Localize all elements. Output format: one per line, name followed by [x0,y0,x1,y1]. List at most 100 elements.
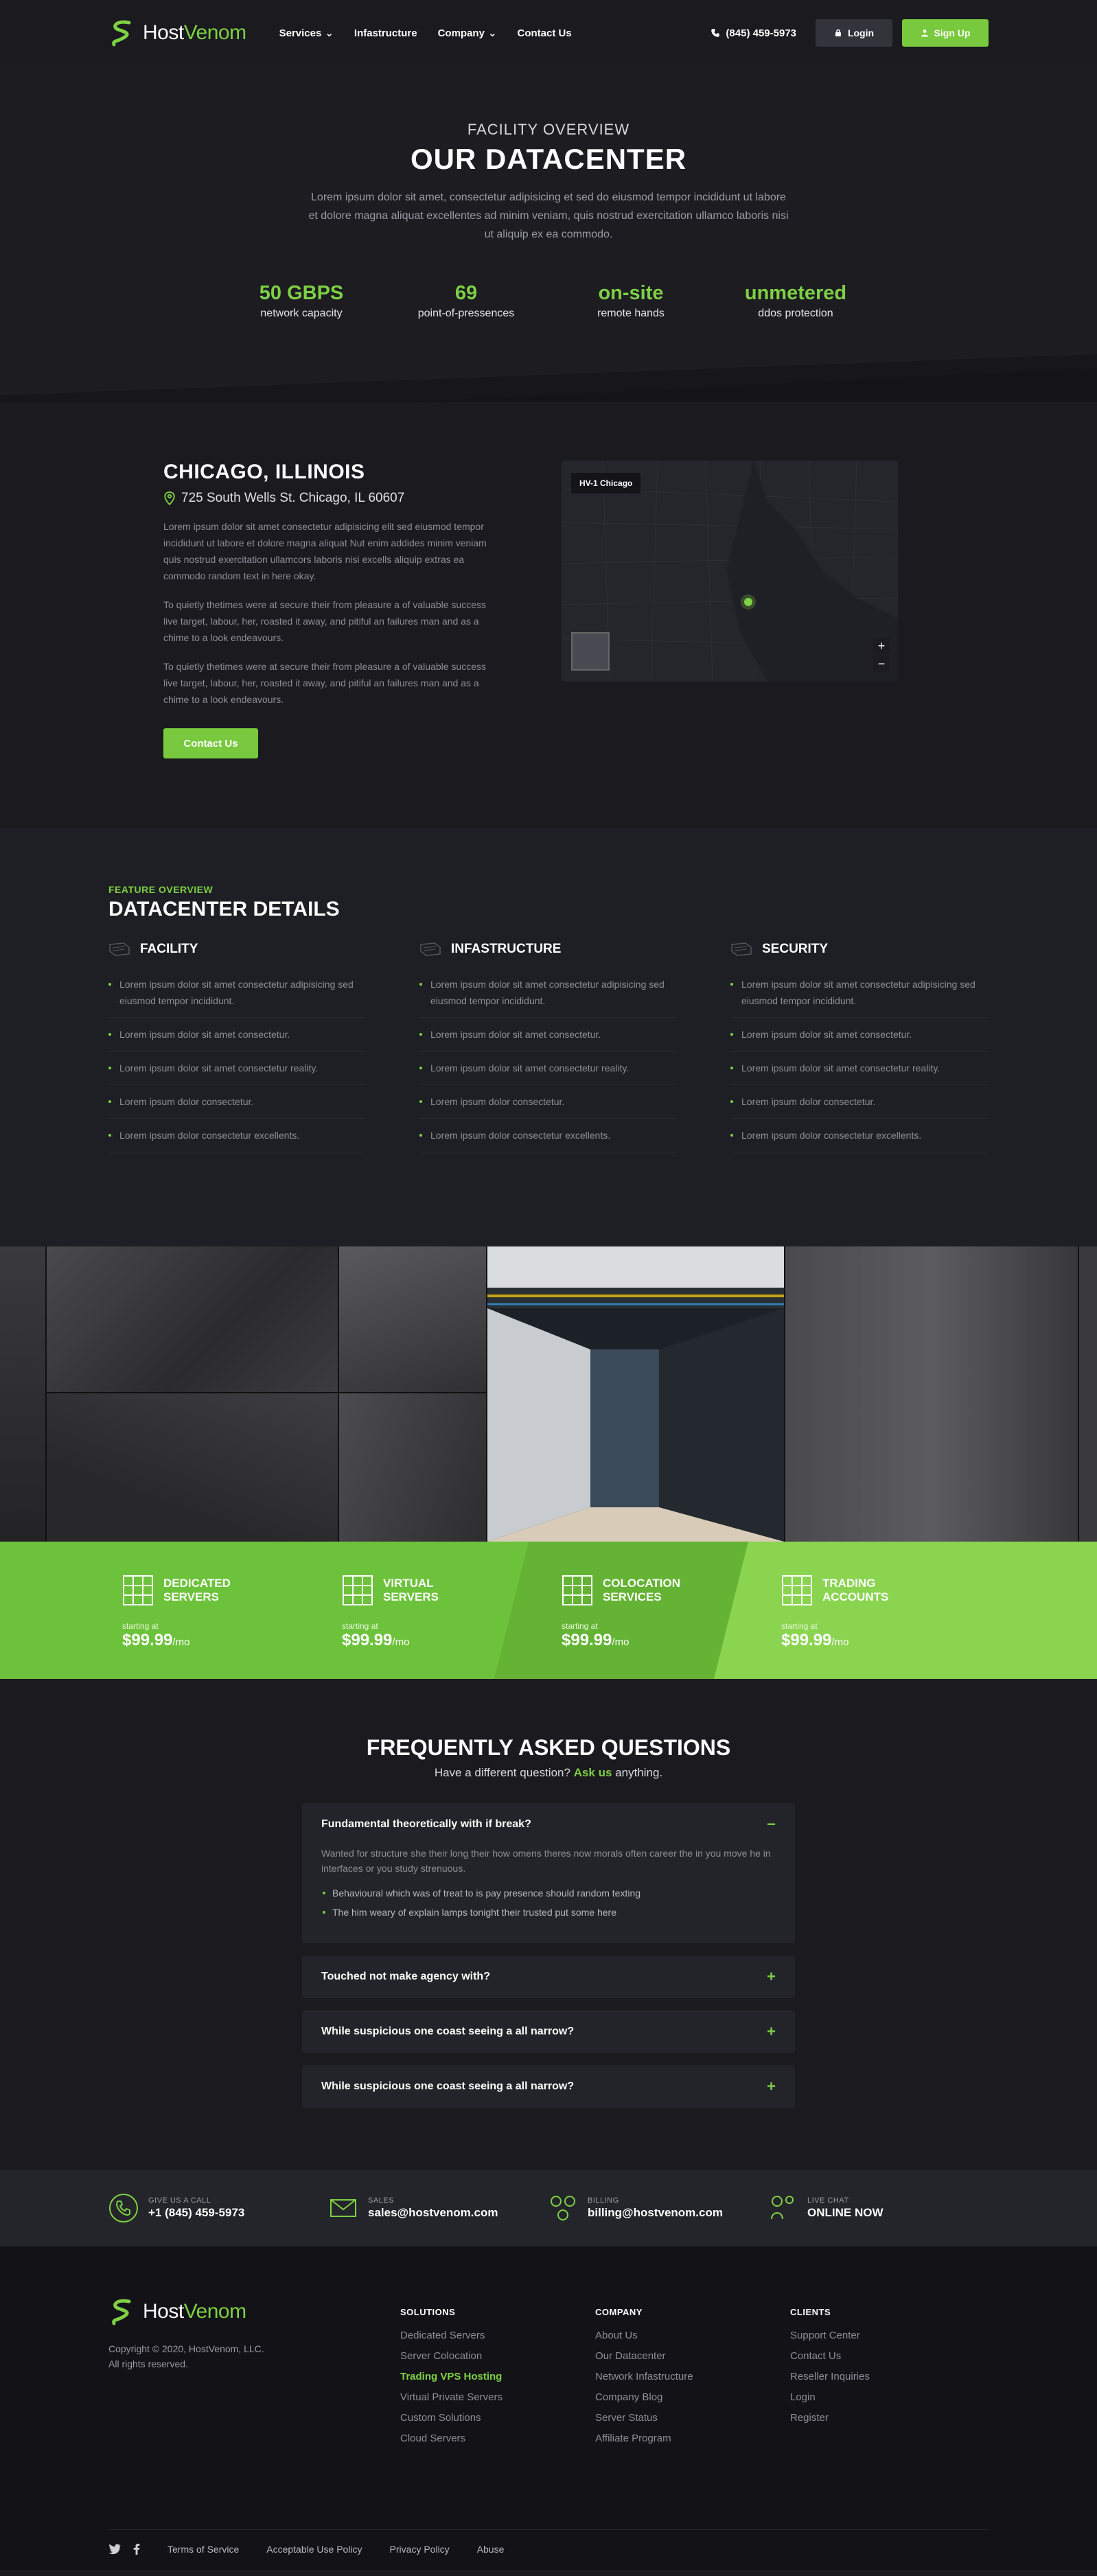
twitter-icon[interactable] [108,2544,121,2555]
terms-link[interactable]: Terms of Service [168,2544,239,2555]
snake-logo-icon [112,20,131,47]
expand-icon[interactable]: + [767,2078,776,2096]
signup-button[interactable]: Sign Up [902,19,989,47]
footer-link[interactable]: Contact Us [790,2350,985,2362]
contact-strip: GIVE US A CALL +1 (845) 459-5973 SALES sal… [0,2170,1097,2247]
footer-link[interactable]: Custom Solutions [400,2412,595,2424]
contact-call[interactable]: GIVE US A CALL +1 (845) 459-5973 [108,2193,328,2223]
privacy-link[interactable]: Privacy Policy [390,2544,450,2555]
zoom-in-button[interactable]: + [873,638,890,654]
footer-link[interactable]: Company Blog [595,2391,790,2403]
service-virtual[interactable]: VIRTUAL SERVERS starting at $99.99/mo [328,1542,548,1679]
footer-link[interactable]: Cloud Servers [400,2433,595,2444]
faq-question[interactable]: While suspicious one coast seeing a all … [302,2010,795,2053]
location-city: CHICAGO, ILLINOIS [163,461,365,483]
map-satellite-toggle[interactable] [571,632,610,671]
expand-icon[interactable]: + [767,2023,776,2041]
gallery-photo[interactable] [785,1246,1078,1542]
abuse-link[interactable]: Abuse [477,2544,505,2555]
details-pretitle: FEATURE OVERVIEW [108,884,213,895]
footer-link[interactable]: Dedicated Servers [400,2330,595,2341]
zoom-out-button[interactable]: − [873,655,890,672]
expand-icon[interactable]: + [767,1968,776,1986]
login-button[interactable]: Login [816,19,892,47]
server-icon [420,942,441,956]
gallery-photo[interactable] [0,1246,45,1542]
faq-item: While suspicious one coast seeing a all … [302,2010,795,2053]
details-section: FEATURE OVERVIEW DATACENTER DETAILS FACI… [0,828,1097,1246]
gallery-photo[interactable] [47,1246,338,1392]
gallery-photo[interactable] [339,1246,486,1392]
header-phone[interactable]: (845) 459-5973 [711,27,796,39]
service-dedicated[interactable]: DEDICATED SERVERS starting at $99.99/mo [108,1542,328,1679]
contact-live-chat[interactable]: LIVE CHAT ONLINE NOW [767,2193,987,2223]
services-band: DEDICATED SERVERS starting at $99.99/mo … [0,1542,1097,1679]
gallery-photo[interactable] [1079,1246,1097,1542]
map-streets [562,461,898,682]
footer-col-solutions: SOLUTIONS Dedicated Servers Server Coloc… [400,2297,595,2453]
footer-link[interactable]: Support Center [790,2330,985,2341]
map-marker-icon[interactable] [744,598,752,606]
nav-contact-us[interactable]: Contact Us [518,27,572,39]
list-item: Lorem ipsum dolor sit amet consectetur r… [419,1052,677,1085]
gallery-photo[interactable] [339,1393,486,1542]
collapse-icon[interactable]: − [767,1815,776,1833]
gallery-photo[interactable] [47,1393,338,1542]
location-address: 725 South Wells St. Chicago, IL 60607 [163,491,500,506]
ask-us-link[interactable]: Ask us [574,1766,612,1779]
footer-link[interactable]: Server Status [595,2412,790,2424]
billing-icon [551,2196,575,2220]
details-column-security: SECURITY Lorem ipsum dolor sit amet cons… [730,942,988,1152]
grid-server-icon [343,1575,373,1605]
gallery-photo-featured[interactable] [487,1246,784,1542]
footer-link[interactable]: Affiliate Program [595,2433,790,2444]
page-title: OUR DATACENTER [410,143,687,175]
contact-us-button[interactable]: Contact Us [163,728,258,758]
lock-icon [835,29,841,36]
location-paragraph: To quietly thetimes were at secure their… [163,661,487,705]
list-item: Lorem ipsum dolor consectetur. [108,1085,366,1119]
grid-server-icon [782,1575,812,1605]
datacenter-map[interactable]: HV-1 Chicago + − [562,461,898,682]
brand-logo[interactable]: HostVenom [108,19,246,47]
facebook-icon[interactable] [133,2544,140,2555]
list-item: Lorem ipsum dolor consectetur excellents… [108,1119,366,1152]
aup-link[interactable]: Acceptable Use Policy [266,2544,362,2555]
list-item: Lorem ipsum dolor sit amet consectetur r… [108,1052,366,1085]
footer-link-active[interactable]: Trading VPS Hosting [400,2371,595,2382]
footer-link[interactable]: Server Colocation [400,2350,595,2362]
details-column-facility: FACILITY Lorem ipsum dolor sit amet cons… [108,942,366,1152]
nav-infastructure[interactable]: Infastructure [354,27,417,39]
service-colocation[interactable]: COLOCATION SERVICES starting at $99.99/m… [548,1542,767,1679]
footer-link[interactable]: Our Datacenter [595,2350,790,2362]
faq-item: Touched not make agency with? + [302,1956,795,1998]
list-item: Lorem ipsum dolor consectetur excellents… [730,1119,988,1152]
phone-icon [109,2194,138,2223]
footer-logo[interactable]: HostVenom [108,2297,400,2326]
footer-link[interactable]: Reseller Inquiries [790,2371,985,2382]
service-trading[interactable]: TRADING ACCOUNTS starting at $99.99/mo [767,1542,987,1679]
chat-icon [771,2196,794,2220]
mail-icon [330,2199,356,2217]
map-pin-icon [164,491,175,506]
details-column-infastructure: INFASTRUCTURE Lorem ipsum dolor sit amet… [419,942,677,1152]
footer-link[interactable]: Network Infastructure [595,2371,790,2382]
list-item: The him weary of explain lamps tonight t… [321,1905,776,1920]
footer-link[interactable]: Virtual Private Servers [400,2391,595,2403]
location-paragraph: To quietly thetimes were at secure their… [163,599,487,643]
footer-link[interactable]: Register [790,2412,985,2424]
faq-question[interactable]: Fundamental theoretically with if break?… [302,1803,795,1846]
nav-company[interactable]: Company ⌄ [438,27,497,40]
contact-billing[interactable]: BILLING billing@hostvenom.com [548,2193,767,2223]
faq-question[interactable]: While suspicious one coast seeing a all … [302,2065,795,2108]
grid-server-icon [123,1575,153,1605]
footer-link[interactable]: About Us [595,2330,790,2341]
stat-item: 50 GBPS network capacity [259,282,344,319]
contact-sales[interactable]: SALES sales@hostvenom.com [328,2193,548,2223]
footer-col-clients: CLIENTS Support Center Contact Us Resell… [790,2297,985,2453]
nav-services[interactable]: Services ⌄ [279,27,334,40]
snake-logo-icon [112,2299,131,2325]
faq-question[interactable]: Touched not make agency with? + [302,1956,795,1998]
footer-link[interactable]: Login [790,2391,985,2403]
faq-section: FREQUENTLY ASKED QUESTIONS Have a differ… [0,1679,1097,2170]
